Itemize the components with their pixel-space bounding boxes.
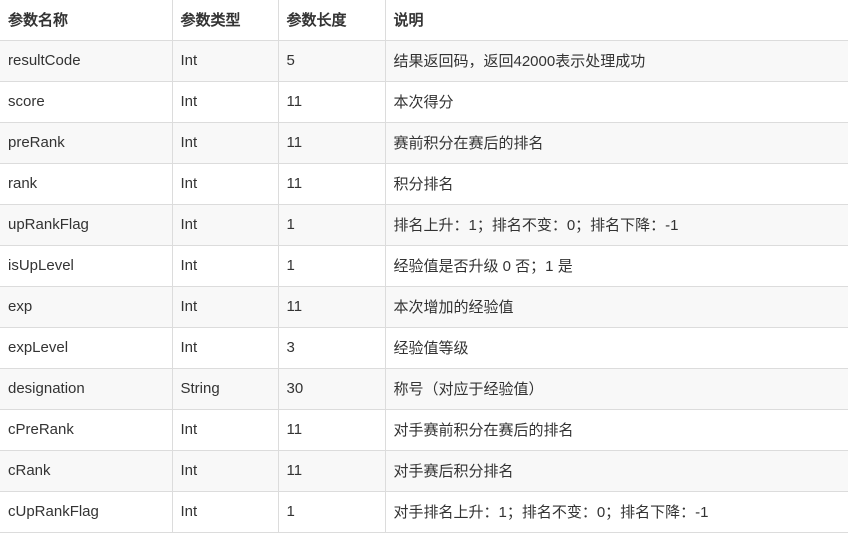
param-desc-cell: 结果返回码，返回42000表示处理成功	[384, 39, 848, 82]
param-type-cell: Int	[171, 285, 279, 328]
table-row: preRank Int 11 赛前积分在赛后的排名	[0, 121, 848, 164]
param-type-cell: Int	[171, 203, 279, 246]
header-row: 参数名称 参数类型 参数长度 说明	[0, 0, 848, 41]
table-row: designation String 30 称号（对应于经验值）	[0, 367, 848, 410]
param-name-cell: designation	[0, 367, 173, 410]
param-desc-cell: 对手赛后积分排名	[384, 449, 848, 492]
param-name-cell: isUpLevel	[0, 244, 173, 287]
param-type-cell: Int	[171, 449, 279, 492]
header-param-name: 参数名称	[0, 0, 173, 41]
param-desc-cell: 经验值是否升级 0 否；1 是	[384, 244, 848, 287]
param-length-cell: 1	[277, 490, 386, 533]
param-name-cell: expLevel	[0, 326, 173, 369]
param-desc-cell: 称号（对应于经验值）	[384, 367, 848, 410]
param-type-cell: Int	[171, 121, 279, 164]
param-length-cell: 1	[277, 244, 386, 287]
param-desc-cell: 排名上升：1；排名不变：0；排名下降：-1	[384, 203, 848, 246]
param-desc-cell: 对手赛前积分在赛后的排名	[384, 408, 848, 451]
table-row: score Int 11 本次得分	[0, 80, 848, 123]
param-name-cell: cUpRankFlag	[0, 490, 173, 533]
table-row: upRankFlag Int 1 排名上升：1；排名不变：0；排名下降：-1	[0, 203, 848, 246]
param-length-cell: 1	[277, 203, 386, 246]
param-name-cell: score	[0, 80, 173, 123]
param-desc-cell: 赛前积分在赛后的排名	[384, 121, 848, 164]
param-desc-cell: 积分排名	[384, 162, 848, 205]
param-desc-cell: 本次增加的经验值	[384, 285, 848, 328]
header-param-length: 参数长度	[277, 0, 386, 41]
param-length-cell: 11	[277, 285, 386, 328]
param-type-cell: Int	[171, 326, 279, 369]
param-name-cell: upRankFlag	[0, 203, 173, 246]
param-desc-cell: 对手排名上升：1；排名不变：0；排名下降：-1	[384, 490, 848, 533]
parameter-table: 参数名称 参数类型 参数长度 说明 resultCode Int 5 结果返回码…	[0, 0, 848, 533]
param-type-cell: Int	[171, 244, 279, 287]
param-type-cell: Int	[171, 80, 279, 123]
table-row: resultCode Int 5 结果返回码，返回42000表示处理成功	[0, 39, 848, 82]
param-type-cell: Int	[171, 39, 279, 82]
param-type-cell: Int	[171, 408, 279, 451]
param-name-cell: resultCode	[0, 39, 173, 82]
table-row: cRank Int 11 对手赛后积分排名	[0, 449, 848, 492]
table-row: exp Int 11 本次增加的经验值	[0, 285, 848, 328]
param-length-cell: 11	[277, 162, 386, 205]
param-length-cell: 11	[277, 449, 386, 492]
table-row: rank Int 11 积分排名	[0, 162, 848, 205]
param-length-cell: 30	[277, 367, 386, 410]
table-row: expLevel Int 3 经验值等级	[0, 326, 848, 369]
param-desc-cell: 本次得分	[384, 80, 848, 123]
param-name-cell: preRank	[0, 121, 173, 164]
param-name-cell: rank	[0, 162, 173, 205]
table-row: isUpLevel Int 1 经验值是否升级 0 否；1 是	[0, 244, 848, 287]
table-row: cUpRankFlag Int 1 对手排名上升：1；排名不变：0；排名下降：-…	[0, 490, 848, 533]
param-desc-cell: 经验值等级	[384, 326, 848, 369]
header-param-type: 参数类型	[171, 0, 279, 41]
param-length-cell: 11	[277, 80, 386, 123]
param-length-cell: 11	[277, 408, 386, 451]
param-name-cell: exp	[0, 285, 173, 328]
table-row: cPreRank Int 11 对手赛前积分在赛后的排名	[0, 408, 848, 451]
header-description: 说明	[384, 0, 848, 41]
table-body: resultCode Int 5 结果返回码，返回42000表示处理成功 sco…	[0, 39, 848, 533]
param-length-cell: 11	[277, 121, 386, 164]
param-type-cell: Int	[171, 490, 279, 533]
param-length-cell: 5	[277, 39, 386, 82]
param-type-cell: Int	[171, 162, 279, 205]
param-length-cell: 3	[277, 326, 386, 369]
table-header: 参数名称 参数类型 参数长度 说明	[0, 0, 848, 41]
param-name-cell: cPreRank	[0, 408, 173, 451]
param-name-cell: cRank	[0, 449, 173, 492]
param-type-cell: String	[171, 367, 279, 410]
